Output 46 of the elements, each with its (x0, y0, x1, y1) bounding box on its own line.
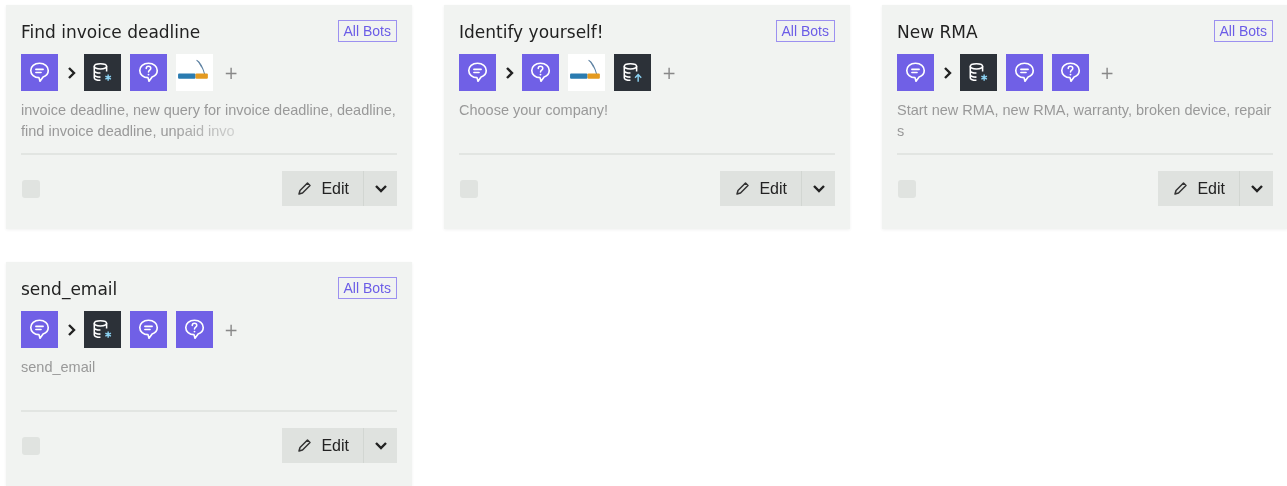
pencil-icon (296, 437, 313, 454)
card-title: send_email (21, 279, 118, 299)
scope-tag: All Bots (1213, 20, 1273, 42)
trigger-phrases: invoice deadline, new query for invoice deadline, deadline, find invoice deadline, unpaid invo (21, 100, 397, 142)
caret-down-icon (373, 440, 388, 451)
caret-down-icon (373, 183, 388, 194)
dropdown-button[interactable] (364, 428, 397, 463)
speech-bubble-icon[interactable] (21, 311, 58, 348)
speech-bubble-icon[interactable] (1006, 54, 1043, 91)
question-bubble-icon[interactable] (1052, 54, 1089, 91)
edit-button[interactable]: Edit (282, 171, 364, 206)
speech-bubble-icon[interactable] (130, 311, 167, 348)
dropdown-button[interactable] (364, 171, 397, 206)
chevron-right-icon (66, 65, 76, 80)
edit-button[interactable]: Edit (720, 171, 802, 206)
card-title: New RMA (897, 22, 978, 42)
pencil-icon (296, 180, 313, 197)
edit-button[interactable]: Edit (282, 428, 364, 463)
speech-bubble-icon[interactable] (897, 54, 934, 91)
dropdown-button[interactable] (1240, 171, 1273, 206)
database-upload-icon[interactable] (614, 54, 651, 91)
trigger-phrases: Choose your company! (459, 101, 610, 120)
speech-bubble-icon[interactable] (459, 54, 496, 91)
chevron-right-icon (66, 322, 76, 337)
pencil-icon (1172, 180, 1189, 197)
chevron-right-icon (504, 65, 514, 80)
trigger-phrases: send_email (21, 358, 97, 377)
database-icon[interactable] (960, 54, 997, 91)
question-bubble-icon[interactable] (522, 54, 559, 91)
dropdown-button[interactable] (802, 171, 835, 206)
chevron-right-icon (942, 65, 952, 80)
card-title: Find invoice deadline (21, 22, 201, 42)
scope-tag: All Bots (337, 277, 397, 299)
question-bubble-icon[interactable] (176, 311, 213, 348)
database-icon[interactable] (84, 311, 121, 348)
edit-button[interactable]: Edit (1158, 171, 1240, 206)
question-bubble-icon[interactable] (130, 54, 167, 91)
speech-bubble-icon[interactable] (21, 54, 58, 91)
scope-tag: All Bots (337, 20, 397, 42)
caret-down-icon (1249, 183, 1264, 194)
trigger-phrases: Start new RMA, new RMA, warranty, broken device, repairs (897, 101, 1273, 141)
card-title: Identify yourself! (459, 22, 604, 42)
caret-down-icon (811, 183, 826, 194)
database-icon[interactable] (84, 54, 121, 91)
scope-tag: All Bots (775, 20, 835, 42)
pencil-icon (734, 180, 751, 197)
